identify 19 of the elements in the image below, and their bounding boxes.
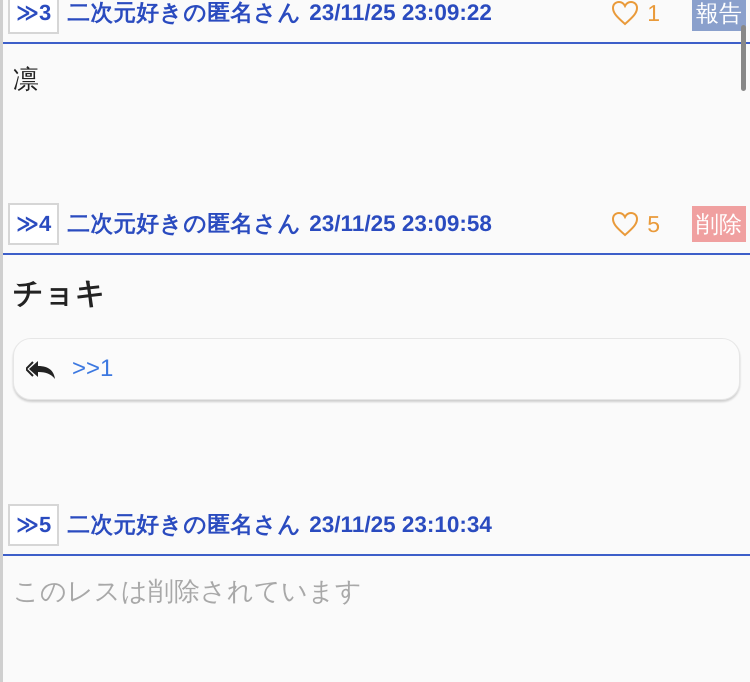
scrollbar[interactable] [741, 25, 746, 91]
post-text: このレスは削除されています [13, 575, 363, 608]
post-number-link[interactable]: ≫5 [8, 504, 60, 546]
author-name: 二次元好きの匿名さん [67, 0, 302, 28]
post-date: 23/11/25 23:09:22 [309, 0, 492, 28]
post-number-link[interactable]: ≫3 [8, 0, 60, 34]
heart-icon[interactable] [611, 0, 640, 26]
reply-icon [26, 358, 56, 380]
like-count: 5 [647, 210, 660, 239]
post-date: 23/11/25 23:09:58 [309, 210, 492, 238]
like-count: 1 [647, 0, 660, 28]
post-text: チョキ [13, 276, 107, 312]
author-name: 二次元好きの匿名さん [67, 210, 302, 238]
post-number-link[interactable]: ≫4 [8, 202, 60, 246]
reply-link[interactable]: >>1 [72, 351, 114, 387]
post-text: 凛 [13, 63, 40, 96]
heart-icon[interactable] [611, 211, 640, 237]
post-date: 23/11/25 23:10:34 [309, 511, 492, 540]
author-name: 二次元好きの匿名さん [67, 511, 302, 540]
